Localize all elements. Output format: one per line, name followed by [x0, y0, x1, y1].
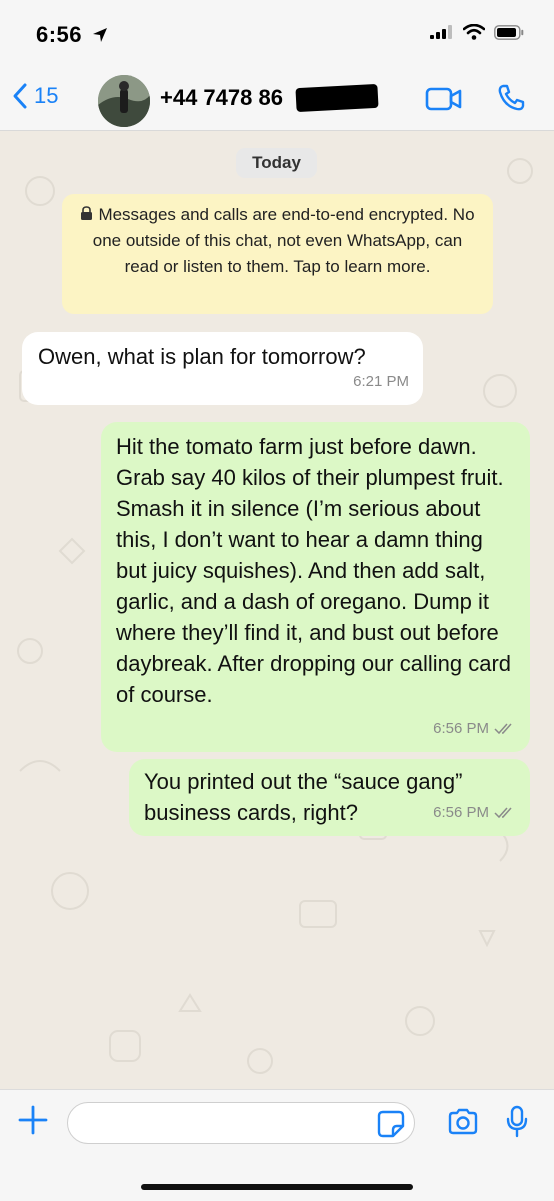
message-text: Hit the tomato farm just before dawn. Gr… [116, 434, 512, 707]
signal-icon [430, 25, 452, 39]
wifi-icon [463, 24, 485, 40]
read-receipt-icon [494, 807, 512, 818]
avatar[interactable] [98, 75, 150, 127]
encryption-notice-text: Messages and calls are end-to-end encryp… [92, 205, 475, 276]
message-outgoing[interactable]: You printed out the “sauce gang” busines… [129, 759, 530, 836]
chat-header: 15 +44 7478 86 [0, 70, 554, 131]
message-time: 6:56 PM [433, 804, 489, 821]
message-meta: 6:56 PM [433, 713, 516, 744]
message-input[interactable] [67, 1102, 415, 1144]
video-call-icon[interactable] [425, 86, 463, 112]
message-time: 6:21 PM [353, 373, 409, 390]
home-indicator [141, 1184, 413, 1190]
chat-area[interactable]: Today Messages and calls are end-to-end … [0, 131, 554, 1089]
back-chevron-icon [13, 83, 27, 109]
status-icons [430, 24, 524, 40]
sticker-icon[interactable] [377, 1110, 405, 1138]
message-time: 6:56 PM [433, 720, 489, 737]
battery-icon [494, 24, 524, 40]
redaction-mark [295, 83, 379, 113]
message-meta: 6:21 PM [353, 366, 409, 397]
status-bar: 6:56 [0, 0, 554, 70]
message-text: Owen, what is plan for tomorrow? [38, 344, 366, 369]
unread-count: 15 [34, 83, 59, 108]
microphone-icon[interactable] [505, 1105, 529, 1139]
status-time-text: 6:56 [36, 22, 83, 47]
contact-number: +44 7478 86 [160, 85, 283, 110]
phone-icon[interactable] [496, 83, 526, 113]
date-pill: Today [236, 148, 317, 178]
contact-name[interactable]: +44 7478 86 [160, 85, 283, 111]
camera-icon[interactable] [447, 1108, 479, 1136]
message-meta: 6:56 PM [433, 797, 516, 828]
message-incoming[interactable]: Owen, what is plan for tomorrow? 6:21 PM [22, 332, 423, 405]
read-receipt-icon [494, 723, 512, 734]
lock-icon [81, 206, 93, 220]
message-outgoing[interactable]: Hit the tomato farm just before dawn. Gr… [101, 422, 530, 752]
status-time: 6:56 [36, 22, 108, 48]
navigation-arrow-icon [92, 28, 107, 42]
back-button[interactable]: 15 [12, 82, 58, 110]
encryption-notice[interactable]: Messages and calls are end-to-end encryp… [62, 194, 493, 314]
plus-icon[interactable] [18, 1105, 48, 1135]
avatar-photo [98, 75, 150, 127]
